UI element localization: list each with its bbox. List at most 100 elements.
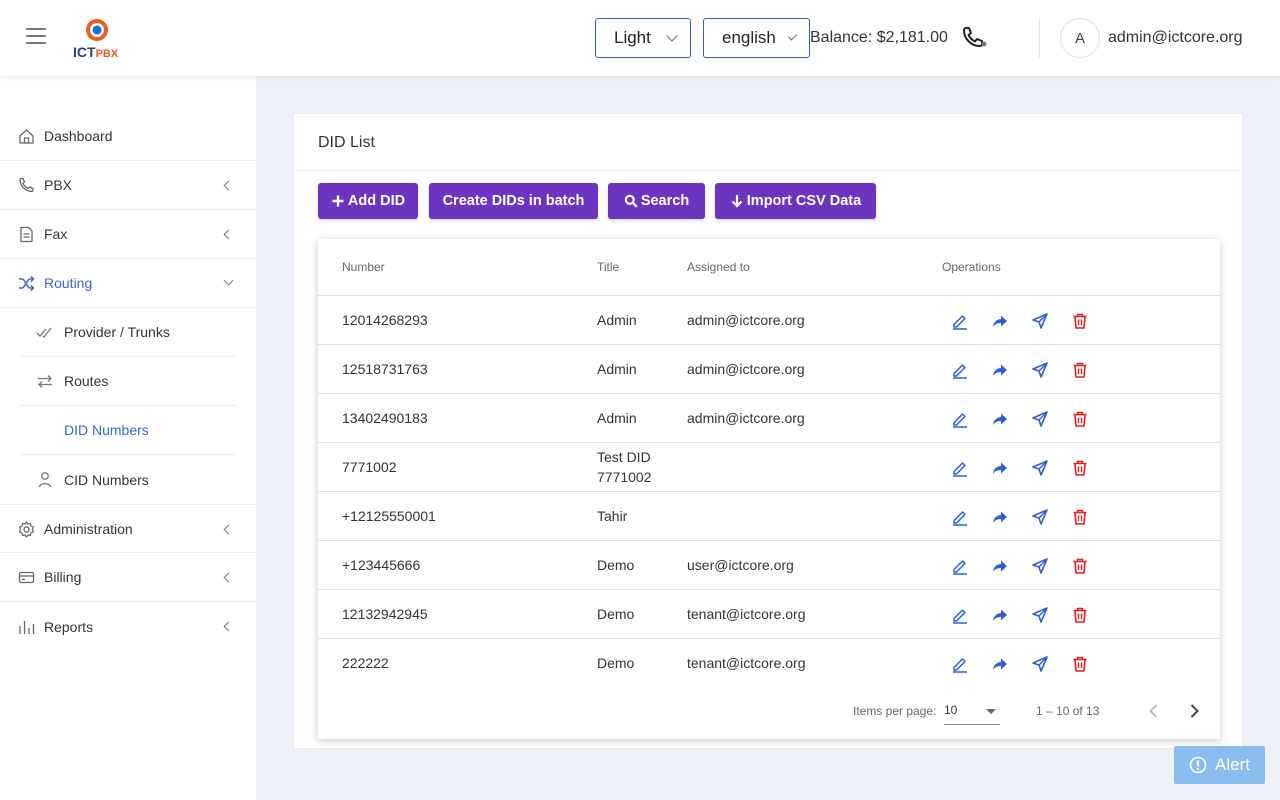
cell-assigned: user@ictcore.org [687, 557, 794, 573]
forward-icon[interactable] [991, 557, 1009, 575]
edit-icon[interactable] [951, 655, 969, 673]
cell-number: 222222 [342, 655, 389, 671]
dropdown-arrow-icon [986, 709, 996, 714]
delete-icon[interactable] [1071, 606, 1089, 624]
chevron-left-icon [223, 229, 234, 240]
cell-number: +123445666 [342, 557, 421, 573]
forward-icon[interactable] [991, 361, 1009, 379]
chevron-down-icon [787, 31, 798, 41]
search-icon [624, 194, 638, 208]
sidebar-item-pbx[interactable]: PBX [0, 161, 256, 210]
send-icon[interactable] [1031, 361, 1049, 379]
sidebar-item-routing[interactable]: Routing [0, 259, 256, 308]
phone-icon [19, 177, 34, 193]
delete-icon[interactable] [1071, 459, 1089, 477]
page-title: DID List [294, 114, 1242, 171]
swap-arrows-icon [38, 375, 52, 388]
cell-title: Admin [597, 410, 637, 426]
send-icon[interactable] [1031, 606, 1049, 624]
previous-page-icon[interactable] [1144, 701, 1164, 721]
avatar[interactable]: A [1060, 18, 1100, 58]
forward-icon[interactable] [991, 312, 1009, 330]
sidebar-item-fax[interactable]: Fax [0, 210, 256, 259]
arrow-down-icon [731, 195, 743, 208]
cell-title: Admin [597, 361, 637, 377]
cell-assigned: admin@ictcore.org [687, 312, 805, 328]
language-select[interactable]: english [703, 18, 810, 58]
sidebar-item-administration[interactable]: Administration [0, 504, 256, 553]
delete-icon[interactable] [1071, 410, 1089, 428]
items-per-page-label: Items per page: [853, 704, 937, 718]
edit-icon[interactable] [951, 361, 969, 379]
forward-icon[interactable] [991, 508, 1009, 526]
sidebar-item-label: Routing [44, 275, 93, 291]
column-header-operations: Operations [942, 260, 1001, 274]
items-per-page-select[interactable]: 10 [944, 699, 1000, 725]
forward-icon[interactable] [991, 459, 1009, 477]
sidebar-item-label: Provider / Trunks [64, 324, 170, 340]
table-row: 12014268293 Admin admin@ictcore.org [318, 296, 1220, 345]
gear-icon [18, 521, 35, 538]
sidebar-item-did-numbers[interactable]: DID Numbers [20, 406, 236, 455]
edit-icon[interactable] [951, 557, 969, 575]
sidebar-item-routes[interactable]: Routes [20, 357, 236, 406]
theme-select[interactable]: Light [595, 18, 691, 58]
forward-icon[interactable] [991, 655, 1009, 673]
edit-icon[interactable] [951, 312, 969, 330]
credit-card-icon [18, 571, 35, 584]
sidebar-nav: Dashboard PBX Fax Routing Provider / Tru… [0, 112, 256, 651]
did-table: Number Title Assigned to Operations 1201… [318, 239, 1220, 739]
edit-icon[interactable] [951, 606, 969, 624]
menu-toggle-icon[interactable] [22, 28, 46, 48]
add-did-button[interactable]: Add DID [318, 183, 418, 219]
alert-button[interactable]: Alert [1174, 746, 1265, 784]
sidebar-item-cid-numbers[interactable]: CID Numbers [20, 455, 236, 504]
delete-icon[interactable] [1071, 361, 1089, 379]
table-row: 222222 Demo tenant@ictcore.org [318, 639, 1220, 688]
send-icon[interactable] [1031, 655, 1049, 673]
column-header-assigned[interactable]: Assigned to [687, 260, 750, 274]
sidebar-item-label: Fax [44, 226, 68, 242]
phone-icon[interactable] [960, 26, 988, 50]
send-icon[interactable] [1031, 312, 1049, 330]
import-csv-button[interactable]: Import CSV Data [715, 183, 876, 219]
chevron-left-icon [223, 524, 234, 535]
delete-icon[interactable] [1071, 508, 1089, 526]
send-icon[interactable] [1031, 459, 1049, 477]
forward-icon[interactable] [991, 606, 1009, 624]
logo-wordmark: ICTPBX [73, 44, 119, 60]
sidebar-item-label: Billing [44, 569, 82, 585]
sidebar-item-dashboard[interactable]: Dashboard [0, 112, 256, 161]
delete-icon[interactable] [1071, 557, 1089, 575]
bar-chart-icon [19, 621, 35, 634]
send-icon[interactable] [1031, 557, 1049, 575]
user-email[interactable]: admin@ictcore.org [1108, 29, 1243, 47]
theme-select-value: Light [614, 28, 651, 47]
send-icon[interactable] [1031, 410, 1049, 428]
edit-icon[interactable] [951, 410, 969, 428]
cell-assigned: tenant@ictcore.org [687, 655, 806, 671]
sidebar-item-label: PBX [44, 177, 73, 193]
double-check-icon [36, 327, 52, 338]
cell-title: Test DID 7771002 [597, 449, 652, 485]
column-header-title[interactable]: Title [597, 260, 619, 274]
cell-title: Admin [597, 312, 637, 328]
search-button[interactable]: Search [608, 183, 705, 219]
delete-icon[interactable] [1071, 655, 1089, 673]
delete-icon[interactable] [1071, 312, 1089, 330]
forward-icon[interactable] [991, 410, 1009, 428]
edit-icon[interactable] [951, 459, 969, 477]
sidebar-item-billing[interactable]: Billing [0, 553, 256, 602]
sidebar-item-label: CID Numbers [64, 471, 149, 488]
sidebar-item-provider-trunks[interactable]: Provider / Trunks [20, 308, 236, 357]
cell-title: Demo [597, 655, 635, 671]
edit-icon[interactable] [951, 508, 969, 526]
table-row: 12132942945 Demo tenant@ictcore.org [318, 590, 1220, 639]
create-dids-batch-button[interactable]: Create DIDs in batch [429, 183, 598, 219]
sidebar-item-reports[interactable]: Reports [0, 602, 256, 651]
send-icon[interactable] [1031, 508, 1049, 526]
cell-assigned: admin@ictcore.org [687, 410, 805, 426]
cell-title: Demo [597, 557, 635, 573]
column-header-number[interactable]: Number [342, 260, 385, 274]
next-page-icon[interactable] [1184, 701, 1204, 721]
